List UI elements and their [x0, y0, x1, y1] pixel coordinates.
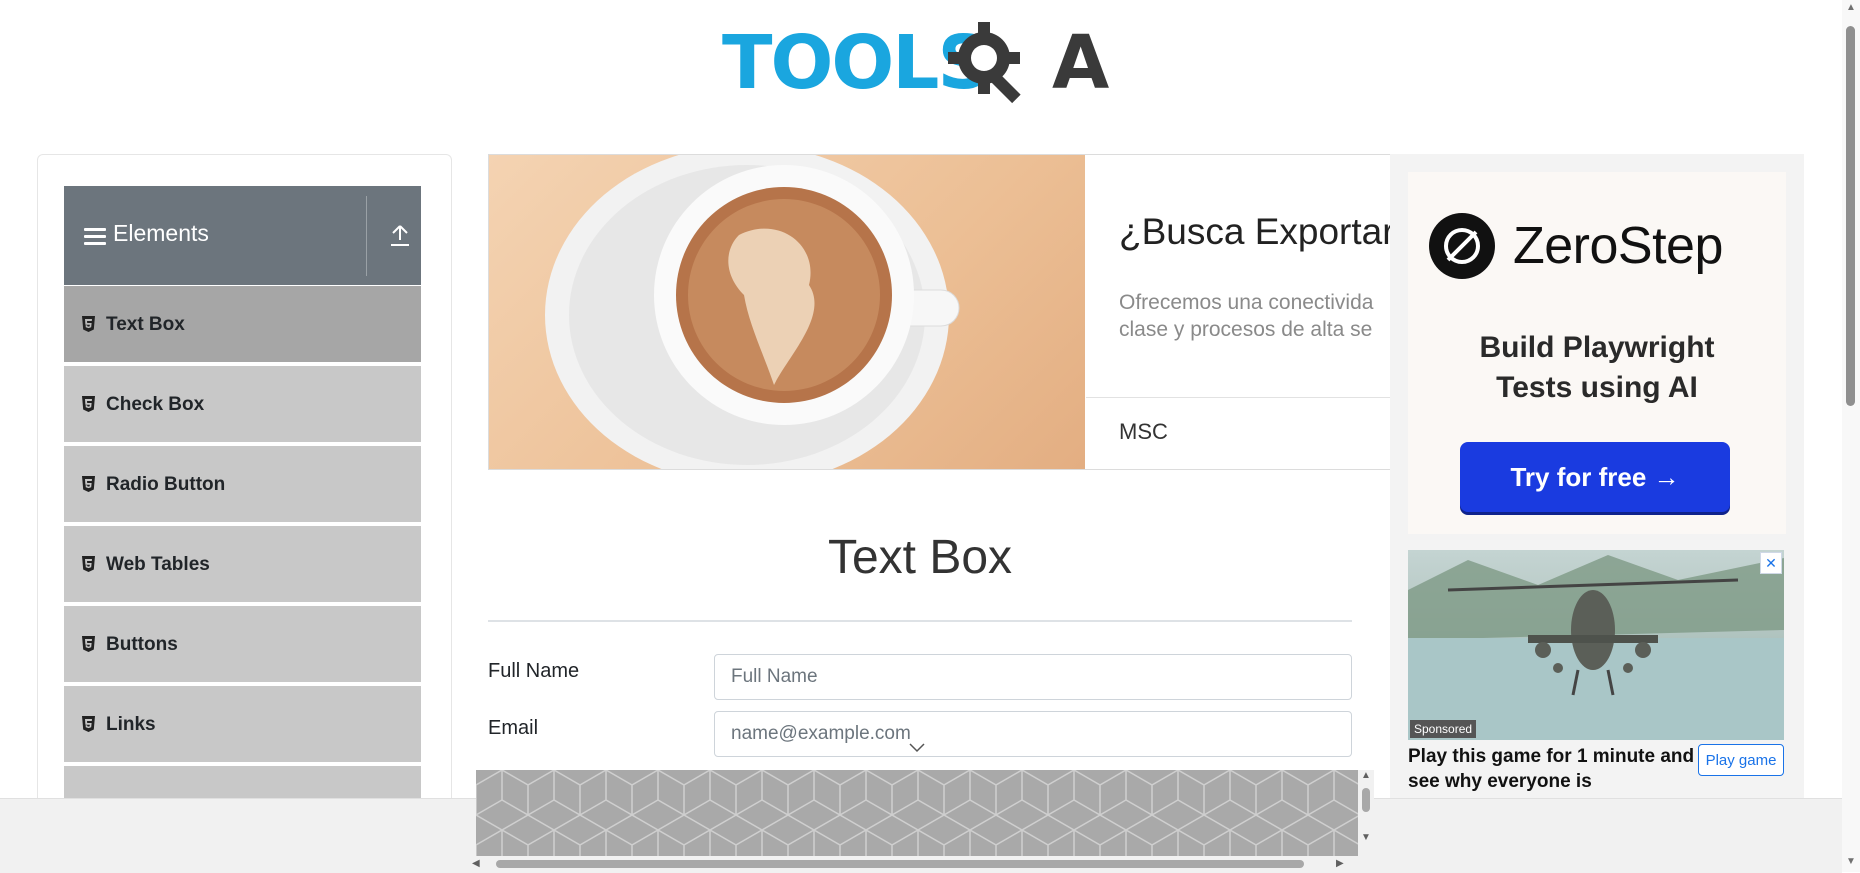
- sidebar-item-web-tables[interactable]: Web Tables: [64, 526, 421, 604]
- html5-icon: [82, 636, 95, 652]
- banner-brand: MSC: [1119, 419, 1168, 444]
- full-name-input[interactable]: [714, 654, 1352, 700]
- sidebar-item-check-box[interactable]: Check Box: [64, 366, 421, 444]
- html5-icon: [82, 476, 95, 492]
- email-label: Email: [488, 717, 539, 739]
- elements-group-header[interactable]: Elements: [64, 186, 421, 285]
- html5-icon: [82, 716, 95, 732]
- zerostep-tagline: Build Playwright Tests using AI: [1408, 328, 1786, 408]
- sidebar-item-label: Check Box: [106, 394, 205, 415]
- coffee-cup-image: [489, 155, 1085, 469]
- zerostep-ad[interactable]: ZeroStep Build Playwright Tests using AI…: [1408, 172, 1786, 534]
- page-scroll-up-icon[interactable]: ▲: [1846, 2, 1856, 13]
- sidebar-item-label: Web Tables: [106, 554, 210, 575]
- sidebar-item-label: Radio Button: [106, 474, 226, 495]
- close-ad-button[interactable]: ✕: [1760, 552, 1782, 574]
- sponsored-badge: Sponsored: [1410, 720, 1477, 738]
- zerostep-brand: ZeroStep: [1513, 217, 1723, 275]
- play-game-button[interactable]: Play game: [1698, 744, 1784, 776]
- banner-divider: [1086, 397, 1391, 398]
- toolsqa-logo[interactable]: TOOLS A: [722, 18, 1124, 114]
- group-title: Elements: [113, 220, 209, 246]
- hexagon-pattern: [476, 770, 1358, 856]
- page-scroll-down-icon[interactable]: ▼: [1846, 856, 1856, 867]
- zerostep-logo-icon: [1429, 213, 1495, 279]
- iframe-horizontal-thumb[interactable]: [496, 860, 1304, 868]
- page-scrollbar[interactable]: ▲ ▼: [1842, 0, 1860, 872]
- tagline-line-2: Tests using AI: [1496, 371, 1698, 404]
- scroll-up-arrow-icon[interactable]: ▲: [1361, 770, 1371, 781]
- banner-headline: ¿Busca Exportar: [1119, 211, 1392, 252]
- sidebar-item-links[interactable]: Links: [64, 686, 421, 764]
- right-ad[interactable]: ZeroStep Build Playwright Tests using AI…: [1390, 154, 1804, 804]
- collapse-up-icon[interactable]: [389, 222, 411, 248]
- page-scroll-thumb[interactable]: [1846, 26, 1855, 406]
- bottom-ad-iframe[interactable]: [476, 770, 1358, 856]
- helicopter-game-image[interactable]: ✕ Sponsored: [1408, 550, 1784, 740]
- tagline-line-1: Build Playwright: [1479, 331, 1715, 364]
- banner-description: Ofrecemos una conectivida clase y proces…: [1119, 291, 1374, 341]
- scroll-left-arrow-icon[interactable]: ◀: [472, 858, 480, 869]
- iframe-vertical-scrollbar[interactable]: ▲ ▼: [1358, 770, 1374, 856]
- sidebar-item-buttons[interactable]: Buttons: [64, 606, 421, 684]
- html5-icon: [82, 396, 95, 412]
- game-ad-text[interactable]: Play this game for 1 minute and see why …: [1408, 744, 1698, 794]
- full-name-label: Full Name: [488, 660, 580, 682]
- email-input[interactable]: [714, 711, 1352, 757]
- header-divider: [366, 196, 367, 276]
- title-divider: [488, 620, 1352, 622]
- hamburger-icon: [84, 228, 106, 246]
- page-title: Text Box: [827, 531, 1013, 584]
- sidebar-item-radio-button[interactable]: Radio Button: [64, 446, 421, 524]
- iframe-vertical-thumb[interactable]: [1362, 788, 1370, 812]
- chevron-down-icon: [909, 743, 925, 753]
- sidebar-item-label: Buttons: [106, 634, 178, 655]
- svg-text:A: A: [1052, 20, 1109, 106]
- scroll-down-arrow-icon[interactable]: ▼: [1361, 832, 1371, 843]
- try-for-free-button[interactable]: Try for free →: [1460, 442, 1730, 512]
- sidebar-item-text-box[interactable]: Text Box: [64, 286, 421, 364]
- sidebar-item-label: Text Box: [106, 314, 185, 335]
- iframe-horizontal-scrollbar[interactable]: ◀ ▶: [466, 856, 1374, 872]
- html5-icon: [82, 556, 95, 572]
- sidebar-item-label: Links: [106, 714, 156, 735]
- html5-icon: [82, 316, 95, 332]
- banner-ad[interactable]: ¿Busca Exportar Ofrecemos una conectivid…: [488, 154, 1392, 470]
- scroll-right-arrow-icon[interactable]: ▶: [1336, 858, 1344, 869]
